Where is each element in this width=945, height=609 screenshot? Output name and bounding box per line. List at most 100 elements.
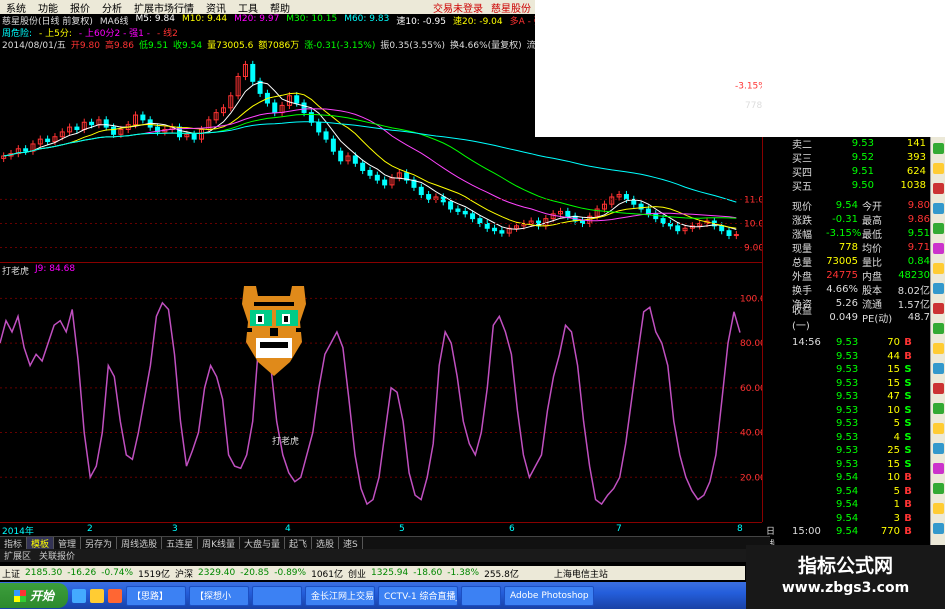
menu-item[interactable]: 系统	[0, 0, 32, 15]
media-icon[interactable]	[108, 588, 122, 603]
book-vol: 1038	[900, 179, 926, 191]
task-button[interactable]: 金长江网上交易财	[305, 585, 375, 606]
tool-icon[interactable]	[933, 423, 944, 434]
indicator-tab[interactable]: 周K线量	[198, 536, 240, 550]
tick-price: 9.53	[836, 431, 859, 443]
tick-vol: 15	[887, 377, 900, 389]
tool-icon[interactable]	[933, 483, 944, 494]
stat-row: 总量 73005 量比 0.84	[792, 255, 930, 269]
indicator-tab[interactable]: 速S	[339, 536, 363, 550]
menu-item[interactable]: 资讯	[200, 0, 232, 15]
indicator-tab[interactable]: 起飞	[285, 536, 313, 550]
tool-icon[interactable]	[933, 463, 944, 474]
tool-icon[interactable]	[933, 283, 944, 294]
tool-icon[interactable]	[933, 383, 944, 394]
tool-icon[interactable]	[933, 183, 944, 194]
stat-value: 48.7	[907, 311, 930, 323]
legend-item: 2014/08/01/五	[2, 41, 66, 50]
tool-icon[interactable]	[933, 223, 944, 234]
candle-body	[330, 138, 336, 152]
menu-item[interactable]: 功能	[32, 0, 64, 15]
indicator-tab[interactable]: 指标	[0, 536, 28, 550]
tick-time	[792, 486, 836, 499]
indicator-tab[interactable]: 大盘与量	[240, 536, 286, 550]
candle-body	[338, 150, 344, 162]
tool-icon[interactable]	[933, 263, 944, 274]
menu-item[interactable]: 工具	[232, 0, 264, 15]
x-tick-label: 7	[616, 524, 622, 534]
tool-icon[interactable]	[933, 163, 944, 174]
legend-item: 涨-0.31(-3.15%)	[304, 41, 376, 50]
indicator-chart[interactable]: 20.00 40.00 60.00 80.00 100.00	[0, 276, 762, 522]
tool-icon[interactable]	[933, 403, 944, 414]
task-button[interactable]	[461, 585, 501, 606]
candle-body	[462, 210, 468, 215]
tick-row: 9.53 15 S	[792, 364, 930, 377]
legend-item: 多A - 强5K -	[509, 17, 535, 26]
tool-icon[interactable]	[933, 443, 944, 454]
sh-amt: 1519亿	[138, 569, 170, 580]
tool-icon[interactable]	[933, 323, 944, 334]
tool-icon[interactable]	[933, 523, 944, 534]
tool-icon[interactable]	[933, 203, 944, 214]
tick-vol: 15	[887, 458, 900, 470]
tool-icon[interactable]	[933, 363, 944, 374]
stat-label: 外盘	[792, 271, 812, 283]
menu-item[interactable]: 分析	[96, 0, 128, 15]
folder-icon[interactable]	[90, 588, 104, 603]
legend-item: 低9.51	[139, 41, 169, 50]
start-button[interactable]: 开始	[0, 583, 68, 608]
tick-flag: B	[904, 526, 912, 537]
tick-row: 9.53 44 B	[792, 351, 930, 364]
ie-icon[interactable]	[72, 588, 86, 603]
task-button[interactable]: 【思路】	[126, 585, 186, 606]
tick-row: 9.53 4 S	[792, 432, 930, 445]
candle-body	[250, 63, 256, 82]
candle-body	[499, 230, 505, 234]
indicator-tab[interactable]: 五连星	[162, 536, 199, 550]
menu-item[interactable]: 扩展市场行情	[128, 0, 200, 15]
cy-pct: -1.38%	[447, 568, 480, 578]
stat-row: 收益(一) 0.049 PE(动) 48.7	[792, 306, 930, 332]
menu-bar: 系统 功能 报价 分析 扩展市场行情 资讯 工具 帮助 交易未登录 慈星股份	[0, 0, 535, 15]
indicator-tab[interactable]: 周线选股	[117, 536, 163, 550]
y-tick-label: 20.00	[740, 473, 762, 483]
pane-divider[interactable]	[0, 262, 762, 263]
task-button[interactable]: CCTV-1 综合直播_	[378, 585, 458, 606]
tick-flag: B	[904, 512, 912, 524]
extension-tab[interactable]: 关联报价	[35, 549, 79, 562]
candle-body	[140, 114, 146, 121]
candle-body	[103, 119, 109, 128]
legend-item: M30: 10.15	[286, 14, 338, 24]
tool-icon[interactable]	[933, 343, 944, 354]
extension-tab[interactable]: 扩展区	[0, 549, 35, 562]
stat-label: 现价	[792, 201, 812, 213]
kline-chart[interactable]: 9.0010.0011.0016.78-3.15%778	[0, 50, 762, 262]
task-button[interactable]: Adobe Photoshop	[504, 585, 594, 606]
tick-price: 9.54	[836, 512, 859, 524]
login-status[interactable]: 交易未登录	[429, 0, 487, 15]
tick-vol: 15	[887, 364, 900, 375]
tool-icon[interactable]	[933, 143, 944, 154]
tick-vol: 70	[887, 337, 900, 348]
task-button[interactable]	[252, 585, 302, 606]
stat-row: 现价 9.54 今开 9.80	[792, 199, 930, 213]
indicator-tab[interactable]: 另存为	[81, 536, 118, 550]
tick-vol: 1	[893, 499, 900, 510]
candle-body	[352, 155, 358, 164]
indicator-tabs: 指标 模板 管理 另存为 周线选股 五连星 周K线量 大盘与量 起飞 选股 速S	[0, 536, 770, 550]
task-button[interactable]: 【探想小	[189, 585, 249, 606]
tick-flag: S	[904, 364, 912, 375]
tool-icon[interactable]	[933, 243, 944, 254]
tool-icon[interactable]	[933, 303, 944, 314]
stat-label: PE(动)	[862, 313, 893, 325]
tick-time	[792, 351, 836, 364]
stat-value: 0.84	[907, 255, 930, 267]
tick-list[interactable]: 14:56 9.53 70 B 9.53 44 B 9.53 15 S 9.53 15 S 9.53 47 S…	[792, 337, 930, 547]
menu-item[interactable]: 帮助	[264, 0, 296, 15]
indicator-tab[interactable]: 模板	[27, 536, 55, 550]
tool-icon[interactable]	[933, 503, 944, 514]
indicator-tab[interactable]: 管理	[54, 536, 82, 550]
menu-item[interactable]: 报价	[64, 0, 96, 15]
indicator-tab[interactable]: 选股	[312, 536, 340, 550]
